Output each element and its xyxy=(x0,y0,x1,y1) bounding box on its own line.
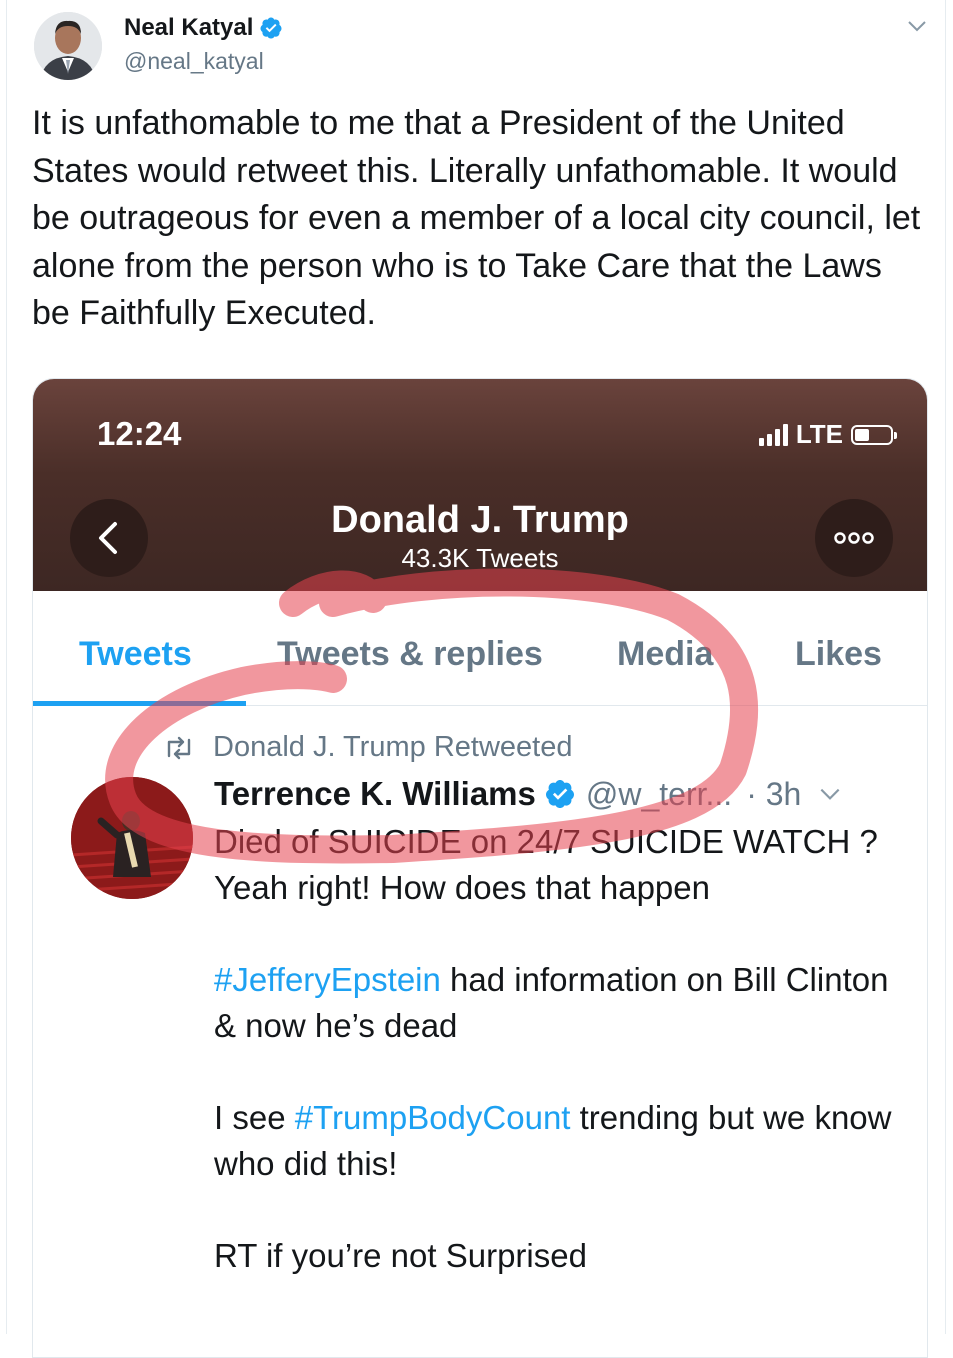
profile-tweet-count: 43.3K Tweets xyxy=(401,543,559,573)
tweet-text: It is unfathomable to me that a Presiden… xyxy=(32,100,922,338)
status-bar-right: LTE xyxy=(758,419,897,450)
profile-tabs: Tweets Tweets & replies Media Likes xyxy=(33,591,927,706)
more-options-icon xyxy=(834,532,874,544)
hashtag-link[interactable]: #JefferyEpstein xyxy=(214,961,441,998)
tab-tweets[interactable]: Tweets xyxy=(79,635,192,674)
author-name[interactable]: Neal Katyal xyxy=(124,14,253,42)
inner-tweet-text: Died of SUICIDE on 24/7 SUICIDE WATCH ? … xyxy=(214,819,904,1325)
inner-author-avatar[interactable] xyxy=(71,777,193,899)
author-block: Neal Katyal @neal_katyal xyxy=(124,14,283,75)
tab-tweets-and-replies[interactable]: Tweets & replies xyxy=(277,635,543,674)
embedded-screenshot[interactable]: 12:24 LTE Donald J. Trump 43.3K Tweets T… xyxy=(32,378,928,1358)
network-label: LTE xyxy=(795,419,843,449)
profile-name: Donald J. Trump xyxy=(331,499,629,541)
status-time: 12:24 xyxy=(97,415,182,452)
more-options-button[interactable] xyxy=(815,499,893,577)
chevron-down-icon[interactable] xyxy=(817,781,843,807)
tab-media[interactable]: Media xyxy=(617,635,713,674)
author-handle[interactable]: @neal_katyal xyxy=(124,48,283,75)
inner-paragraph-3-start: I see xyxy=(214,1099,295,1136)
signal-icon xyxy=(758,423,788,446)
retweet-label[interactable]: Donald J. Trump Retweeted xyxy=(213,731,572,764)
retweet-context: Donald J. Trump Retweeted xyxy=(163,731,572,764)
inner-author-name[interactable]: Terrence K. Williams xyxy=(214,775,536,813)
tab-likes[interactable]: Likes xyxy=(795,635,882,674)
inner-paragraph-2: #JefferyEpstein had information on Bill … xyxy=(214,957,904,1049)
active-tab-indicator xyxy=(33,701,246,706)
inner-tweet-time[interactable]: · 3h xyxy=(746,776,801,813)
verified-badge-icon xyxy=(260,17,282,39)
author-avatar[interactable] xyxy=(34,12,102,80)
inner-tweet-header: Terrence K. Williams @w_terr... · 3h xyxy=(214,775,843,813)
tweet-body: It is unfathomable to me that a Presiden… xyxy=(32,104,921,332)
inner-paragraph-1: Died of SUICIDE on 24/7 SUICIDE WATCH ? … xyxy=(214,823,878,906)
battery-icon xyxy=(851,424,897,445)
inner-paragraph-3: I see #TrumpBodyCount trending but we kn… xyxy=(214,1095,904,1187)
verified-badge-icon xyxy=(545,780,574,808)
inner-paragraph-4: RT if you’re not Surprised xyxy=(214,1237,587,1274)
retweet-icon xyxy=(167,736,191,759)
chevron-down-icon[interactable] xyxy=(905,14,929,38)
inner-author-handle[interactable]: @w_terr... xyxy=(586,776,732,813)
hashtag-link[interactable]: #TrumpBodyCount xyxy=(295,1099,571,1136)
